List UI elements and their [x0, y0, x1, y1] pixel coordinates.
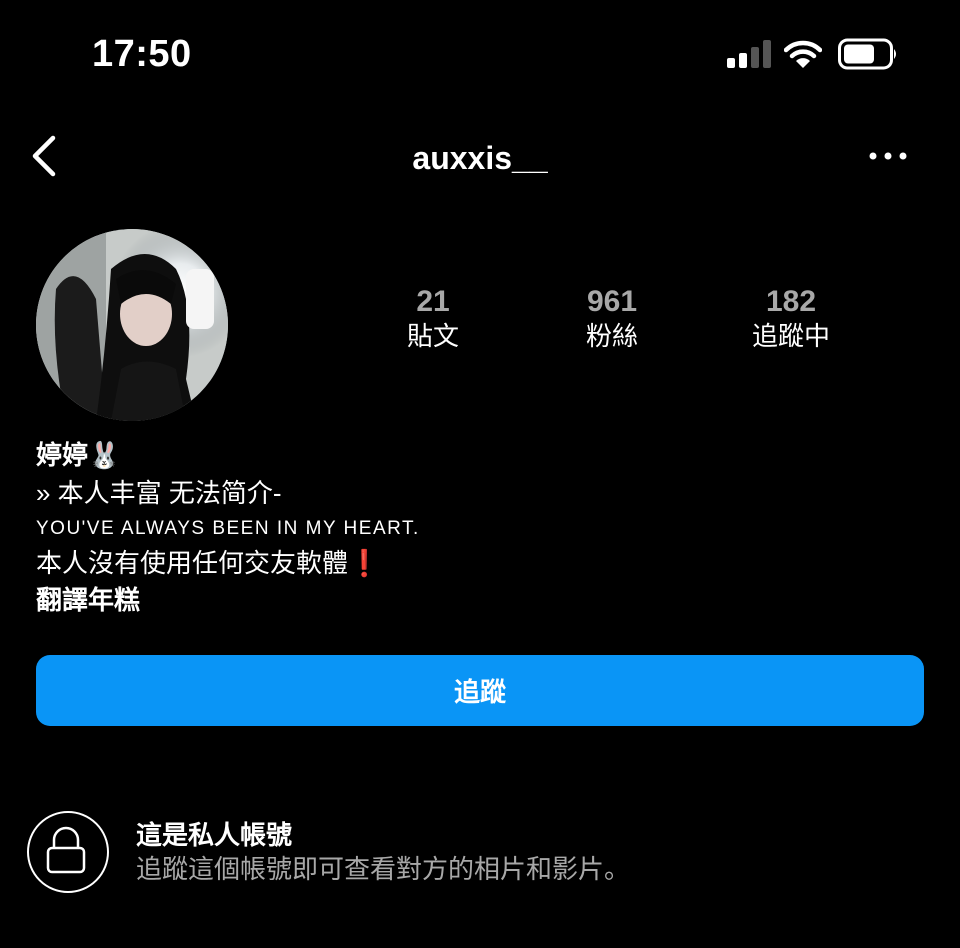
- more-options-icon[interactable]: [866, 146, 910, 166]
- stat-followers[interactable]: 961 粉絲: [532, 284, 692, 352]
- lock-icon: [46, 826, 86, 874]
- see-translation-link[interactable]: 翻譯年糕: [36, 583, 140, 617]
- private-account-subtitle: 追蹤這個帳號即可查看對方的相片和影片。: [136, 854, 631, 884]
- battery-icon: [838, 38, 896, 70]
- cellular-signal-icon: [727, 40, 771, 68]
- exclamation-emoji: ❗: [348, 548, 381, 578]
- private-account-title: 這是私人帳號: [136, 820, 293, 850]
- stat-following-count: 182: [765, 285, 817, 318]
- wifi-icon: [784, 40, 822, 68]
- follow-button[interactable]: 追蹤: [36, 655, 924, 726]
- status-time: 17:50: [92, 33, 192, 75]
- bio-line-1: » 本人丰富 无法简介-: [36, 478, 282, 508]
- private-lock-badge: [27, 811, 109, 893]
- profile-avatar[interactable]: [36, 229, 228, 421]
- bio-line-3-text: 本人沒有使用任何交友軟體: [36, 548, 349, 578]
- stat-posts-count: 21: [416, 285, 450, 318]
- stat-posts[interactable]: 21 貼文: [353, 284, 513, 352]
- stat-followers-label: 粉絲: [585, 321, 638, 351]
- avatar-photo: [36, 229, 228, 421]
- display-name-text: 婷婷: [36, 440, 89, 470]
- bio-line-2: YOU'VE ALWAYS BEEN IN MY HEART.: [36, 518, 420, 539]
- stat-followers-count: 961: [586, 285, 638, 318]
- stat-following-label: 追蹤中: [751, 321, 830, 351]
- stat-following[interactable]: 182 追蹤中: [711, 284, 871, 352]
- profile-display-name: 婷婷🐰: [36, 438, 120, 472]
- bio-line-3: 本人沒有使用任何交友軟體❗: [36, 546, 380, 580]
- rabbit-emoji: 🐰: [88, 440, 121, 470]
- profile-username: auxxis__: [412, 140, 548, 176]
- stat-posts-label: 貼文: [406, 321, 459, 351]
